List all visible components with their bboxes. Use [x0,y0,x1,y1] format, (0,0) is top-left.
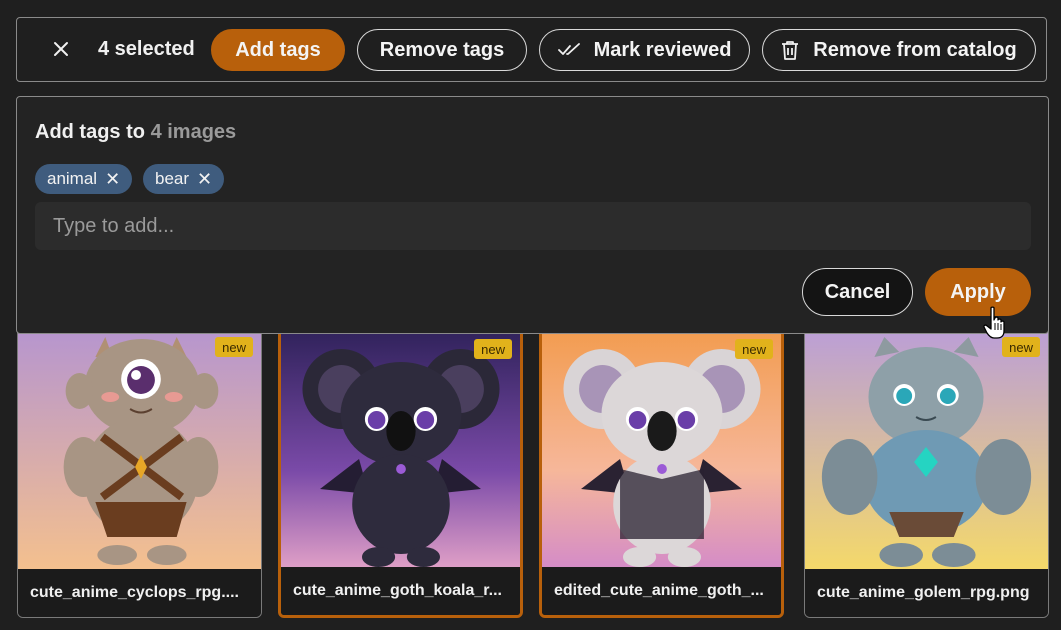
close-icon[interactable] [51,39,71,59]
image-card-goth-koala[interactable]: new cute_anime_goth_koala_r... [278,316,523,618]
new-badge: new [735,339,773,359]
image-filename: cute_anime_golem_rpg.png [805,569,1048,617]
tag-chip-label: animal [47,169,98,188]
image-card-cyclops[interactable]: new cute_anime_cyclops_rpg.... [17,316,262,618]
double-check-icon [557,43,580,55]
new-badge: new [474,339,512,359]
panel-title-prefix: Add tags to [35,121,145,143]
add-tags-label: Add tags [235,38,321,61]
bulk-action-toolbar: 4 selected Add tags Remove tags Mark rev… [16,17,1047,82]
selection-count: 4 selected [98,38,195,60]
new-badge: new [215,337,253,357]
image-filename: edited_cute_anime_goth_... [542,567,781,615]
chip-remove-icon[interactable]: ✕ [105,169,120,190]
tag-chip-label: bear [155,169,190,188]
remove-tags-button[interactable]: Remove tags [357,29,527,71]
remove-from-catalog-button[interactable]: Remove from catalog [762,29,1036,71]
panel-title-count: 4 images [150,121,237,143]
remove-from-catalog-label: Remove from catalog [813,38,1017,61]
tag-input[interactable] [35,202,1031,250]
image-card-golem[interactable]: new cute_anime_golem_rpg.png [804,316,1049,618]
image-card-edited-goth-koala[interactable]: new edited_cute_anime_goth_... [539,316,784,618]
mark-reviewed-button[interactable]: Mark reviewed [539,29,750,71]
hand-cursor-icon [983,306,1005,339]
trash-icon [782,41,799,60]
mark-reviewed-label: Mark reviewed [593,38,732,61]
apply-label: Apply [950,280,1006,303]
panel-title: Add tags to 4 images [35,121,236,144]
cancel-label: Cancel [824,280,891,303]
remove-tags-label: Remove tags [379,38,505,61]
cancel-button[interactable]: Cancel [802,268,913,316]
add-tags-button[interactable]: Add tags [211,29,345,71]
image-filename: cute_anime_cyclops_rpg.... [18,569,261,617]
image-filename: cute_anime_goth_koala_r... [281,567,520,615]
tag-chip-animal: animal ✕ [35,164,133,194]
apply-button[interactable]: Apply [925,268,1031,316]
chip-remove-icon[interactable]: ✕ [197,169,212,190]
new-badge: new [1002,337,1040,357]
add-tags-panel: Add tags to 4 images animal ✕ bear ✕ Can… [16,96,1049,334]
tag-chip-bear: bear ✕ [143,164,225,194]
